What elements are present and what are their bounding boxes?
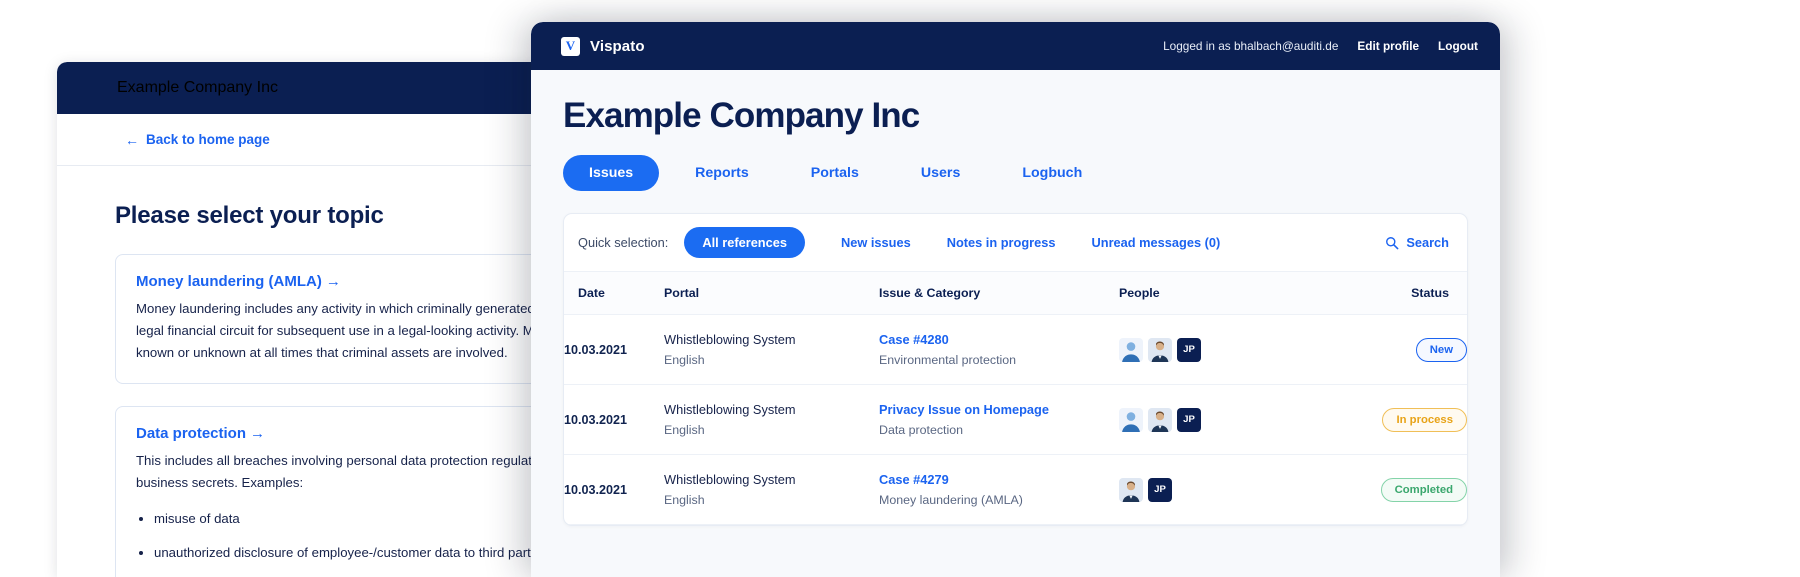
issues-table-body: 10.03.2021 Whistleblowing System English… — [564, 314, 1467, 525]
cell-status: In process — [1349, 384, 1467, 455]
portal-name: Whistleblowing System — [664, 332, 796, 347]
avatar[interactable] — [1148, 337, 1172, 362]
issue-link[interactable]: Case #4279 — [879, 472, 1119, 487]
status-badge: Completed — [1380, 477, 1467, 502]
cell-status: Completed — [1349, 454, 1467, 525]
brand[interactable]: V Vispato — [561, 36, 645, 56]
column-header-status: Status — [1349, 272, 1467, 315]
issues-table: Date Portal Issue & Category People Stat… — [564, 272, 1467, 525]
search-button[interactable]: Search — [1385, 235, 1449, 250]
cell-portal: Whistleblowing System English — [664, 384, 879, 455]
cell-date: 10.03.2021 — [564, 454, 664, 525]
cell-date: 10.03.2021 — [564, 314, 664, 385]
avatar-initials[interactable]: JP — [1148, 477, 1172, 502]
portal-language: English — [664, 353, 705, 367]
arrow-left-icon: ← — [125, 131, 139, 148]
quick-selection-bar: Quick selection: All references New issu… — [564, 214, 1467, 272]
quick-filter-unread-messages[interactable]: Unread messages (0) — [1092, 235, 1221, 250]
search-icon — [1386, 236, 1399, 249]
column-header-people: People — [1119, 272, 1349, 315]
status-badge: New — [1415, 337, 1467, 362]
portal-language: English — [664, 423, 705, 437]
column-header-portal: Portal — [664, 272, 879, 315]
avatar-initials[interactable]: JP — [1177, 337, 1201, 362]
cell-issue: Case #4280 Environmental protection — [879, 314, 1119, 385]
quick-filter-new-issues[interactable]: New issues — [841, 235, 911, 250]
quick-filter-all-references[interactable]: All references — [684, 227, 805, 258]
column-header-issue-category: Issue & Category — [879, 272, 1119, 315]
cell-people: JP — [1119, 314, 1349, 385]
avatar-group: JP — [1119, 477, 1349, 502]
issue-link[interactable]: Case #4280 — [879, 332, 1119, 347]
back-to-home-link[interactable]: ← Back to home page — [125, 132, 270, 147]
table-row[interactable]: 10.03.2021 Whistleblowing System English… — [564, 384, 1467, 455]
app-body: Example Company Inc Issues Reports Porta… — [531, 70, 1500, 526]
back-link-label: Back to home page — [146, 132, 270, 147]
topic-title-label: Data protection — [136, 425, 247, 443]
cell-status: New — [1349, 314, 1467, 385]
app-header-bar: V Vispato Logged in as bhalbach@auditi.d… — [531, 22, 1500, 70]
arrow-right-icon: → — [325, 273, 341, 290]
avatar-initials[interactable]: JP — [1177, 407, 1201, 432]
cell-date: 10.03.2021 — [564, 384, 664, 455]
page-title: Example Company Inc — [563, 96, 920, 135]
header-right-actions: Logged in as bhalbach@auditi.de Edit pro… — [1163, 39, 1478, 53]
status-badge: In process — [1382, 407, 1467, 432]
logged-in-as-label: Logged in as bhalbach@auditi.de — [1163, 39, 1339, 53]
issue-category: Environmental protection — [879, 353, 1017, 367]
brand-name: Vispato — [590, 37, 645, 55]
topic-title-label: Money laundering (AMLA) — [136, 273, 322, 290]
table-row[interactable]: 10.03.2021 Whistleblowing System English… — [564, 454, 1467, 525]
search-label: Search — [1406, 235, 1449, 250]
issues-card: Quick selection: All references New issu… — [563, 213, 1468, 526]
cell-people: JP — [1119, 384, 1349, 455]
arrow-right-icon: → — [250, 425, 266, 443]
cell-portal: Whistleblowing System English — [664, 314, 879, 385]
cell-issue: Privacy Issue on Homepage Data protectio… — [879, 384, 1119, 455]
screen-root: Example Company Inc ← Back to home page … — [0, 0, 1800, 577]
tab-portals[interactable]: Portals — [785, 155, 885, 191]
avatar[interactable] — [1119, 407, 1143, 432]
quick-selection-label: Quick selection: — [578, 235, 669, 250]
issue-category: Money laundering (AMLA) — [879, 493, 1023, 507]
portal-language: English — [664, 493, 705, 507]
cell-issue: Case #4279 Money laundering (AMLA) — [879, 454, 1119, 525]
avatar[interactable] — [1119, 477, 1143, 502]
logout-link[interactable]: Logout — [1438, 39, 1478, 53]
issue-category: Data protection — [879, 423, 964, 437]
tab-reports[interactable]: Reports — [669, 155, 775, 191]
edit-profile-link[interactable]: Edit profile — [1357, 39, 1419, 53]
portal-company-name: Example Company Inc — [117, 79, 278, 96]
avatar-group: JP — [1119, 407, 1349, 432]
table-header-row: Date Portal Issue & Category People Stat… — [564, 272, 1467, 315]
issues-table-head: Date Portal Issue & Category People Stat… — [564, 272, 1467, 315]
tab-issues[interactable]: Issues — [563, 155, 660, 191]
cell-people: JP — [1119, 454, 1349, 525]
column-header-date: Date — [564, 272, 664, 315]
cell-portal: Whistleblowing System English — [664, 454, 879, 525]
table-row[interactable]: 10.03.2021 Whistleblowing System English… — [564, 314, 1467, 385]
quick-filter-notes-in-progress[interactable]: Notes in progress — [947, 235, 1056, 250]
tab-logbuch[interactable]: Logbuch — [996, 155, 1108, 191]
vispato-app-window: V Vispato Logged in as bhalbach@auditi.d… — [531, 22, 1500, 577]
main-tabs: Issues Reports Portals Users Logbuch — [563, 155, 1468, 191]
avatar-group: JP — [1119, 337, 1349, 362]
tab-users[interactable]: Users — [895, 155, 986, 191]
issue-link[interactable]: Privacy Issue on Homepage — [879, 402, 1119, 417]
avatar[interactable] — [1119, 337, 1143, 362]
vispato-logo-icon: V — [561, 36, 580, 56]
portal-name: Whistleblowing System — [664, 402, 796, 417]
avatar[interactable] — [1148, 407, 1172, 432]
portal-name: Whistleblowing System — [664, 472, 796, 487]
